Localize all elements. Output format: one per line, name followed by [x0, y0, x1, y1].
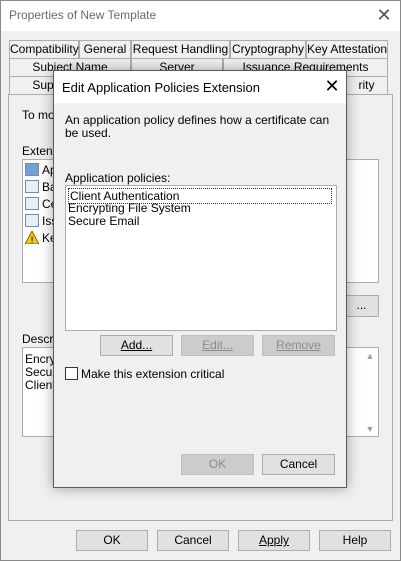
add-label: Add...	[120, 338, 153, 352]
application-policies-icon	[25, 163, 39, 176]
add-policy-button[interactable]: Add...	[100, 335, 173, 356]
remove-label: Remove	[276, 338, 321, 352]
tab-general[interactable]: General	[79, 40, 131, 59]
scroll-down-icon[interactable]: ▼	[363, 424, 377, 434]
description-line: Secur	[25, 365, 57, 379]
tab-request-handling[interactable]: Request Handling	[131, 40, 230, 59]
critical-label[interactable]: Make this extension critical	[81, 367, 224, 381]
tab-key-attestation[interactable]: Key Attestation	[306, 40, 388, 59]
critical-label-text: Make this extension critical	[81, 367, 225, 381]
tab-label-fragment: Sup	[32, 78, 54, 92]
dialog-ok-button[interactable]: OK	[181, 454, 254, 475]
dialog-close-icon[interactable]: ✕	[322, 77, 342, 97]
tab-compatibility[interactable]: Compatibility	[9, 40, 79, 59]
policy-item[interactable]: Encrypting File System	[68, 201, 191, 215]
critical-checkbox[interactable]	[65, 367, 78, 380]
tab-security[interactable]: rity	[345, 76, 388, 95]
intro-text: To mo	[22, 108, 55, 122]
tab-superseded-templates[interactable]: Sup	[9, 76, 59, 95]
policy-item[interactable]: Secure Email	[68, 214, 139, 228]
issuance-policies-icon	[25, 214, 39, 227]
policies-list[interactable]: Client Authentication Encrypting File Sy…	[65, 185, 337, 331]
ok-button[interactable]: OK	[76, 530, 148, 551]
edit-extension-button[interactable]: ...	[344, 295, 379, 317]
edit-application-policies-dialog: Edit Application Policies Extension ✕ An…	[53, 70, 347, 488]
window-close-icon[interactable]: ✕	[374, 6, 394, 26]
description-line: Client	[25, 378, 56, 392]
window-title: Properties of New Template	[9, 8, 157, 22]
basic-constraints-icon	[25, 180, 39, 193]
scroll-up-icon[interactable]: ▲	[363, 351, 377, 361]
tab-label-fragment: rity	[358, 78, 375, 92]
key-usage-warning-icon: !	[24, 229, 40, 246]
edit-label: Edit...	[202, 338, 233, 352]
dialog-description: An application policy defines how a cert…	[65, 113, 330, 140]
dialog-title: Edit Application Policies Extension	[62, 80, 261, 95]
tab-cryptography[interactable]: Cryptography	[230, 40, 306, 59]
cancel-button[interactable]: Cancel	[157, 530, 229, 551]
policies-label: Application policies:	[65, 171, 171, 185]
dialog-cancel-button[interactable]: Cancel	[262, 454, 335, 475]
certificate-policies-icon	[25, 197, 39, 210]
apply-button[interactable]: Apply	[238, 530, 310, 551]
edit-policy-button[interactable]: Edit...	[181, 335, 254, 356]
apply-label: Apply	[258, 533, 290, 547]
remove-policy-button[interactable]: Remove	[262, 335, 335, 356]
svg-text:!: !	[30, 236, 34, 244]
help-button[interactable]: Help	[319, 530, 391, 551]
